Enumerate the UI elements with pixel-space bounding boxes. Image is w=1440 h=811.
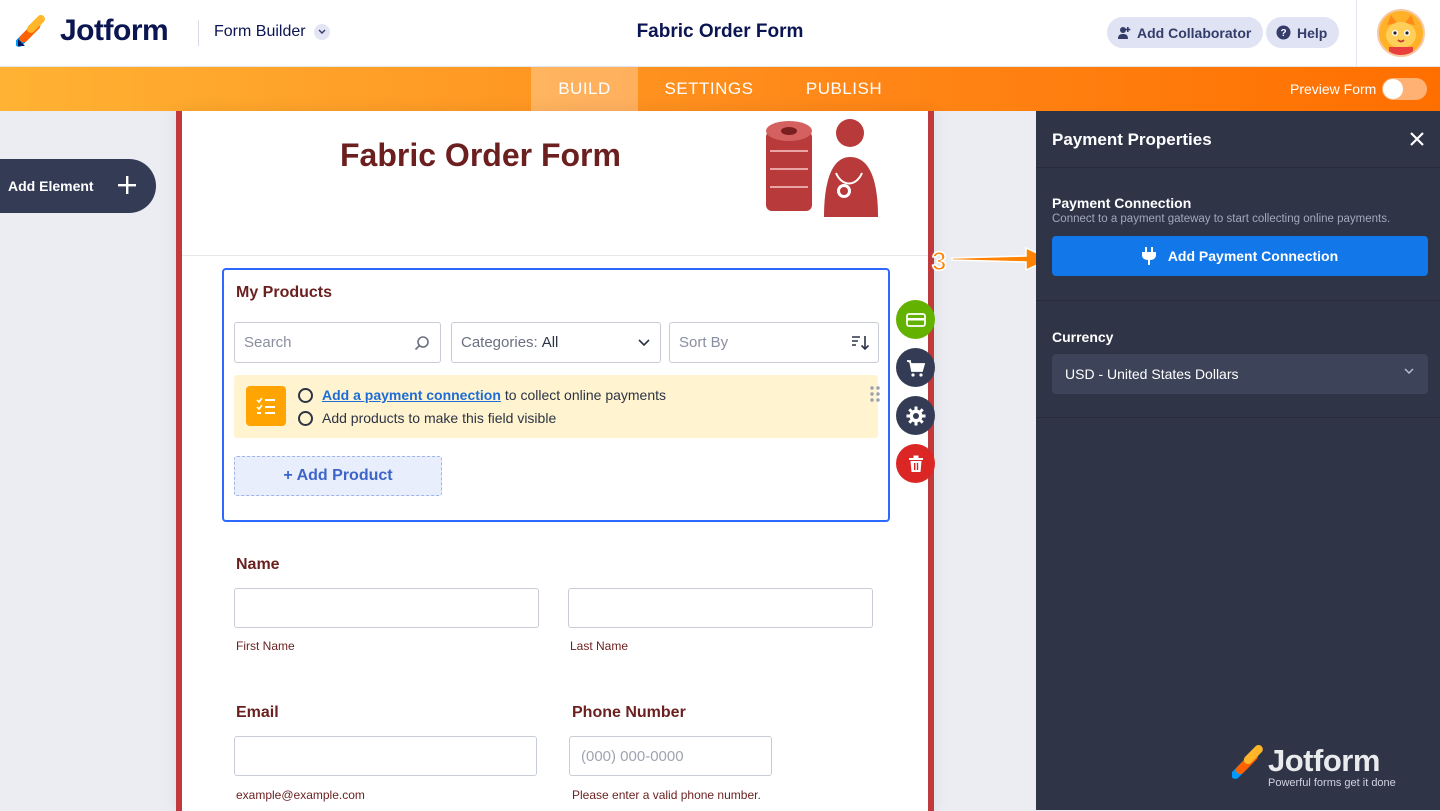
watermark-tagline: Powerful forms get it done	[1268, 777, 1396, 789]
jotform-logo[interactable]: Jotform	[16, 14, 169, 48]
help-button[interactable]: ? Help	[1266, 17, 1340, 48]
currency-value: USD - United States Dollars	[1065, 366, 1239, 382]
fabric-illustration	[766, 119, 878, 217]
tab-build[interactable]: BUILD	[531, 67, 638, 111]
name-label: Name	[236, 556, 280, 573]
search-placeholder: Search	[244, 334, 292, 351]
categories-label: Categories:	[461, 334, 538, 351]
add-element-button[interactable]: Add Element	[0, 159, 156, 213]
add-collaborator-label: Add Collaborator	[1137, 24, 1252, 41]
payment-connection-title: Payment Connection	[1052, 195, 1192, 211]
add-payment-connection-link[interactable]: Add a payment connection	[322, 387, 501, 403]
tab-settings[interactable]: SETTINGS	[652, 67, 766, 111]
email-input[interactable]	[234, 736, 537, 776]
email-label: Email	[236, 704, 279, 721]
tab-publish[interactable]: PUBLISH	[794, 67, 894, 111]
sort-by-select[interactable]: Sort By	[669, 322, 879, 363]
sort-icon	[852, 336, 869, 351]
notice-text: to collect online payments	[504, 387, 667, 403]
notice-row-products: Add products to make this field visible	[298, 410, 556, 426]
form-title: Fabric Order Form	[340, 137, 621, 173]
panel-header: Payment Properties	[1036, 111, 1440, 168]
add-user-icon	[1118, 26, 1131, 39]
notice-text-products: Add products to make this field visible	[322, 410, 557, 426]
first-name-sublabel: First Name	[236, 639, 295, 653]
form-builder-label: Form Builder	[214, 23, 306, 40]
add-payment-connection-button[interactable]: Add Payment Connection	[1052, 236, 1428, 276]
payment-settings-button[interactable]	[896, 300, 935, 339]
currency-select[interactable]: USD - United States Dollars	[1052, 354, 1428, 394]
cat-avatar-icon	[1379, 11, 1423, 55]
panel-divider	[1036, 417, 1440, 418]
field-settings-button[interactable]	[896, 396, 935, 435]
last-name-sublabel: Last Name	[570, 639, 629, 653]
payment-properties-panel: Payment Properties Payment Connection Co…	[1036, 111, 1440, 810]
top-bar: Jotform Form Builder Fabric Order Form A…	[0, 0, 1440, 67]
help-icon: ?	[1276, 25, 1291, 40]
avatar[interactable]	[1377, 9, 1425, 57]
checklist-icon	[246, 386, 286, 426]
step-number-badge: 3	[931, 245, 947, 277]
form-canvas: Fabric Order Form My Products Search Cat…	[176, 111, 934, 811]
svg-text:?: ?	[1280, 28, 1286, 39]
gear-icon	[906, 406, 925, 425]
first-name-input[interactable]	[234, 588, 539, 628]
trash-icon	[908, 455, 923, 472]
preview-form-toggle[interactable]	[1382, 78, 1427, 100]
categories-select[interactable]: Categories: All	[451, 322, 661, 363]
status-circle-icon	[298, 387, 313, 403]
email-sublabel: example@example.com	[236, 788, 365, 802]
phone-placeholder: (000) 000-0000	[581, 747, 684, 765]
panel-divider	[1036, 300, 1440, 301]
chevron-down-icon	[638, 339, 650, 347]
watermark-brand: Jotform	[1268, 743, 1380, 778]
jotform-logo-icon	[1232, 745, 1263, 779]
notice-row-connection: Add a payment connection to collect onli…	[298, 387, 666, 403]
delete-field-button[interactable]	[896, 444, 935, 483]
product-search-input[interactable]: Search	[234, 322, 441, 363]
categories-value: All	[541, 334, 559, 351]
form-builder-menu[interactable]: Form Builder	[214, 23, 330, 41]
header-divider-right	[1356, 0, 1357, 67]
chevron-down-icon	[313, 24, 330, 40]
header-divider	[198, 20, 199, 46]
status-circle-icon	[298, 410, 313, 426]
shopping-cart-icon	[906, 359, 925, 377]
toggle-knob	[1383, 79, 1403, 99]
builder-navbar: BUILD SETTINGS PUBLISH Preview Form	[0, 67, 1440, 111]
add-element-label: Add Element	[8, 178, 94, 194]
phone-input[interactable]: (000) 000-0000	[569, 736, 772, 776]
preview-form-label: Preview Form	[1290, 81, 1377, 97]
currency-label: Currency	[1052, 329, 1114, 345]
plus-icon	[118, 176, 136, 194]
credit-card-icon	[905, 312, 926, 327]
chevron-down-icon	[1404, 368, 1414, 375]
products-field[interactable]: My Products Search Categories: All Sort …	[222, 268, 890, 522]
payment-notice: Add a payment connection to collect onli…	[234, 375, 878, 438]
phone-sublabel: Please enter a valid phone number.	[572, 788, 761, 802]
add-payment-connection-label: Add Payment Connection	[1167, 248, 1339, 264]
last-name-input[interactable]	[568, 588, 873, 628]
form-header[interactable]: Fabric Order Form	[182, 111, 928, 256]
panel-title: Payment Properties	[1052, 130, 1212, 149]
drag-handle-icon[interactable]	[870, 386, 880, 402]
add-collaborator-button[interactable]: Add Collaborator	[1107, 17, 1264, 48]
search-icon	[414, 336, 429, 351]
shopping-cart-button[interactable]	[896, 348, 935, 387]
sort-by-label: Sort By	[679, 334, 729, 351]
help-label: Help	[1297, 24, 1328, 41]
payment-connection-description: Connect to a payment gateway to start co…	[1052, 213, 1391, 225]
phone-label: Phone Number	[572, 704, 686, 721]
brand-name: Jotform	[60, 14, 169, 47]
jotform-logo-icon	[16, 15, 45, 47]
add-product-button[interactable]: + Add Product	[234, 456, 442, 496]
products-label: My Products	[236, 284, 333, 301]
plug-icon	[1141, 247, 1156, 265]
close-icon[interactable]	[1408, 130, 1426, 148]
